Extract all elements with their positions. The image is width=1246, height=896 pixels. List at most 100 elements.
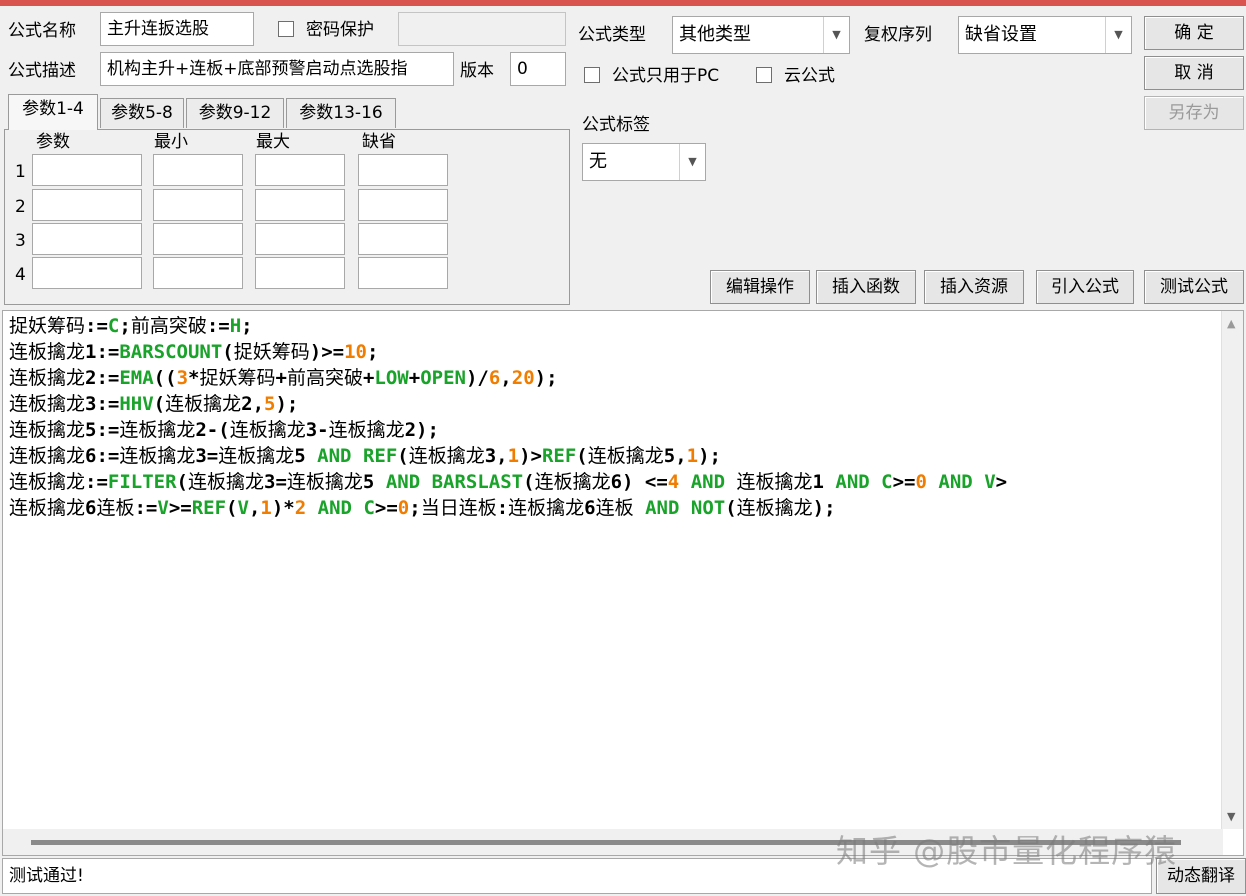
vertical-scrollbar[interactable]: ▲ ▼ <box>1221 311 1243 829</box>
window-top-bar <box>0 0 1246 6</box>
cloud-checkbox[interactable] <box>756 67 772 83</box>
password-label: 密码保护 <box>306 20 374 40</box>
code-line[interactable]: 连板擒龙6连板:=V>=REF(V,1)*2 AND C>=0;当日连板:连板擒… <box>9 495 1219 521</box>
code-number: 10 <box>344 341 367 363</box>
param-header-min: 最小 <box>154 132 188 152</box>
code-identifier: 连板擒龙 <box>534 471 611 493</box>
code-identifier: 连板 <box>595 497 634 519</box>
code-line[interactable]: 连板擒龙6:=连板擒龙3=连板擒龙5 AND REF(连板擒龙3,1)>REF(… <box>9 443 1219 469</box>
code-operator: )> <box>519 445 542 467</box>
code-identifier: 当日连板 <box>420 497 497 519</box>
param-row-number: 4 <box>15 265 26 285</box>
code-line[interactable]: 连板擒龙:=FILTER(连板擒龙3=连板擒龙5 AND BARSLAST(连板… <box>9 469 1219 495</box>
code-identifier: 连板擒龙 <box>218 445 295 467</box>
code-identifier: 连板擒龙 <box>9 471 86 493</box>
tab-params-9-12[interactable]: 参数9-12 <box>186 98 284 128</box>
param-default-input[interactable] <box>358 223 448 255</box>
code-identifier: 连板擒龙 <box>9 393 86 415</box>
code-keyword: C <box>363 497 375 519</box>
code-operator: >= <box>374 497 398 519</box>
param-default-input[interactable] <box>358 189 448 221</box>
code-number: 4 <box>667 471 680 493</box>
param-min-input[interactable] <box>153 154 243 186</box>
cancel-button[interactable]: 取 消 <box>1144 56 1244 90</box>
code-text[interactable]: 捉妖筹码:=C;前高突破:=H; 连板擒龙1:=BARSCOUNT(捉妖筹码)>=… <box>9 313 1219 521</box>
param-max-input[interactable] <box>255 223 345 255</box>
code-keyword: FILTER <box>107 471 177 493</box>
tab-params-1-4[interactable]: 参数1-4 <box>8 94 98 130</box>
code-operator <box>352 497 363 519</box>
param-name-input[interactable] <box>32 154 142 186</box>
tag-label: 公式标签 <box>582 115 650 135</box>
code-operator: ; <box>119 315 131 337</box>
code-keyword: REF <box>191 497 227 519</box>
formula-name-input[interactable]: 主升连扳选股 <box>100 12 254 46</box>
code-keyword: BARSLAST <box>431 471 524 493</box>
version-input[interactable]: 0 <box>510 52 566 86</box>
param-name-input[interactable] <box>32 223 142 255</box>
param-name-input[interactable] <box>32 189 142 221</box>
code-line[interactable]: 连板擒龙1:=BARSCOUNT(捉妖筹码)>=10; <box>9 339 1219 365</box>
code-keyword: AND <box>645 497 680 519</box>
password-input <box>398 12 566 46</box>
insert-function-button[interactable]: 插入函数 <box>816 270 916 304</box>
tab-params-13-16[interactable]: 参数13-16 <box>286 98 396 128</box>
scroll-down-icon[interactable]: ▼ <box>1227 810 1235 823</box>
password-checkbox[interactable] <box>278 21 294 37</box>
code-identifier: 连板擒龙 <box>9 497 86 519</box>
insert-resource-button[interactable]: 插入资源 <box>924 270 1024 304</box>
code-line[interactable]: 连板擒龙3:=HHV(连板擒龙2,5); <box>9 391 1219 417</box>
code-number: 2 <box>294 497 307 519</box>
formula-desc-input[interactable]: 机构主升+连板+底部预警启动点选股指 <box>100 52 454 86</box>
code-line[interactable]: 连板擒龙5:=连板擒龙2-(连板擒龙3-连板擒龙2); <box>9 417 1219 443</box>
param-max-input[interactable] <box>255 154 345 186</box>
param-header-default: 缺省 <box>362 132 396 152</box>
import-formula-button[interactable]: 引入公式 <box>1036 270 1134 304</box>
formula-type-select[interactable]: 其他类型 ▼ <box>672 16 850 54</box>
rights-select[interactable]: 缺省设置 ▼ <box>958 16 1132 54</box>
code-editor[interactable]: 捉妖筹码:=C;前高突破:=H; 连板擒龙1:=BARSCOUNT(捉妖筹码)>=… <box>2 310 1244 856</box>
code-operator <box>306 497 317 519</box>
param-max-input[interactable] <box>255 257 345 289</box>
code-line[interactable]: 连板擒龙2:=EMA((3*捉妖筹码+前高突破+LOW+OPEN)/6,20); <box>9 365 1219 391</box>
code-operator: 2); <box>404 419 439 441</box>
code-keyword: AND <box>317 445 352 467</box>
code-number: 5 <box>264 393 276 415</box>
tab-params-5-8[interactable]: 参数5-8 <box>100 98 184 128</box>
code-keyword: V <box>237 497 249 519</box>
tag-select[interactable]: 无 ▼ <box>582 143 706 181</box>
param-max-input[interactable] <box>255 189 345 221</box>
code-keyword: BARSCOUNT <box>119 341 223 363</box>
cloud-label: 云公式 <box>784 66 835 86</box>
code-identifier: 连板擒龙 <box>508 497 585 519</box>
ok-button[interactable]: 确 定 <box>1144 16 1244 50</box>
code-operator: , <box>248 497 261 519</box>
code-number: 1 <box>507 445 520 467</box>
param-name-input[interactable] <box>32 257 142 289</box>
code-operator: 5:= <box>85 419 120 441</box>
pc-only-checkbox[interactable] <box>584 67 600 83</box>
code-number: 0 <box>397 497 410 519</box>
code-operator: := <box>134 497 158 519</box>
param-min-input[interactable] <box>153 257 243 289</box>
code-identifier: 连板 <box>96 497 135 519</box>
param-default-input[interactable] <box>358 257 448 289</box>
code-keyword: V <box>157 497 169 519</box>
param-min-input[interactable] <box>153 189 243 221</box>
code-line[interactable]: 捉妖筹码:=C;前高突破:=H; <box>9 313 1219 339</box>
code-operator: ); <box>534 367 558 389</box>
code-operator <box>634 497 645 519</box>
scroll-up-icon[interactable]: ▲ <box>1227 317 1235 330</box>
edit-ops-button[interactable]: 编辑操作 <box>710 270 810 304</box>
param-default-input[interactable] <box>358 154 448 186</box>
code-operator: ); <box>812 497 836 519</box>
code-number: 1 <box>260 497 272 519</box>
code-operator: >= <box>168 497 192 519</box>
save-as-button: 另存为 <box>1144 96 1244 130</box>
code-identifier: 捉妖筹码 <box>9 315 86 337</box>
code-operator: ( <box>226 497 238 519</box>
param-header-name: 参数 <box>36 132 70 152</box>
param-row-number: 3 <box>15 231 26 251</box>
param-min-input[interactable] <box>153 223 243 255</box>
test-formula-button[interactable]: 测试公式 <box>1144 270 1244 304</box>
